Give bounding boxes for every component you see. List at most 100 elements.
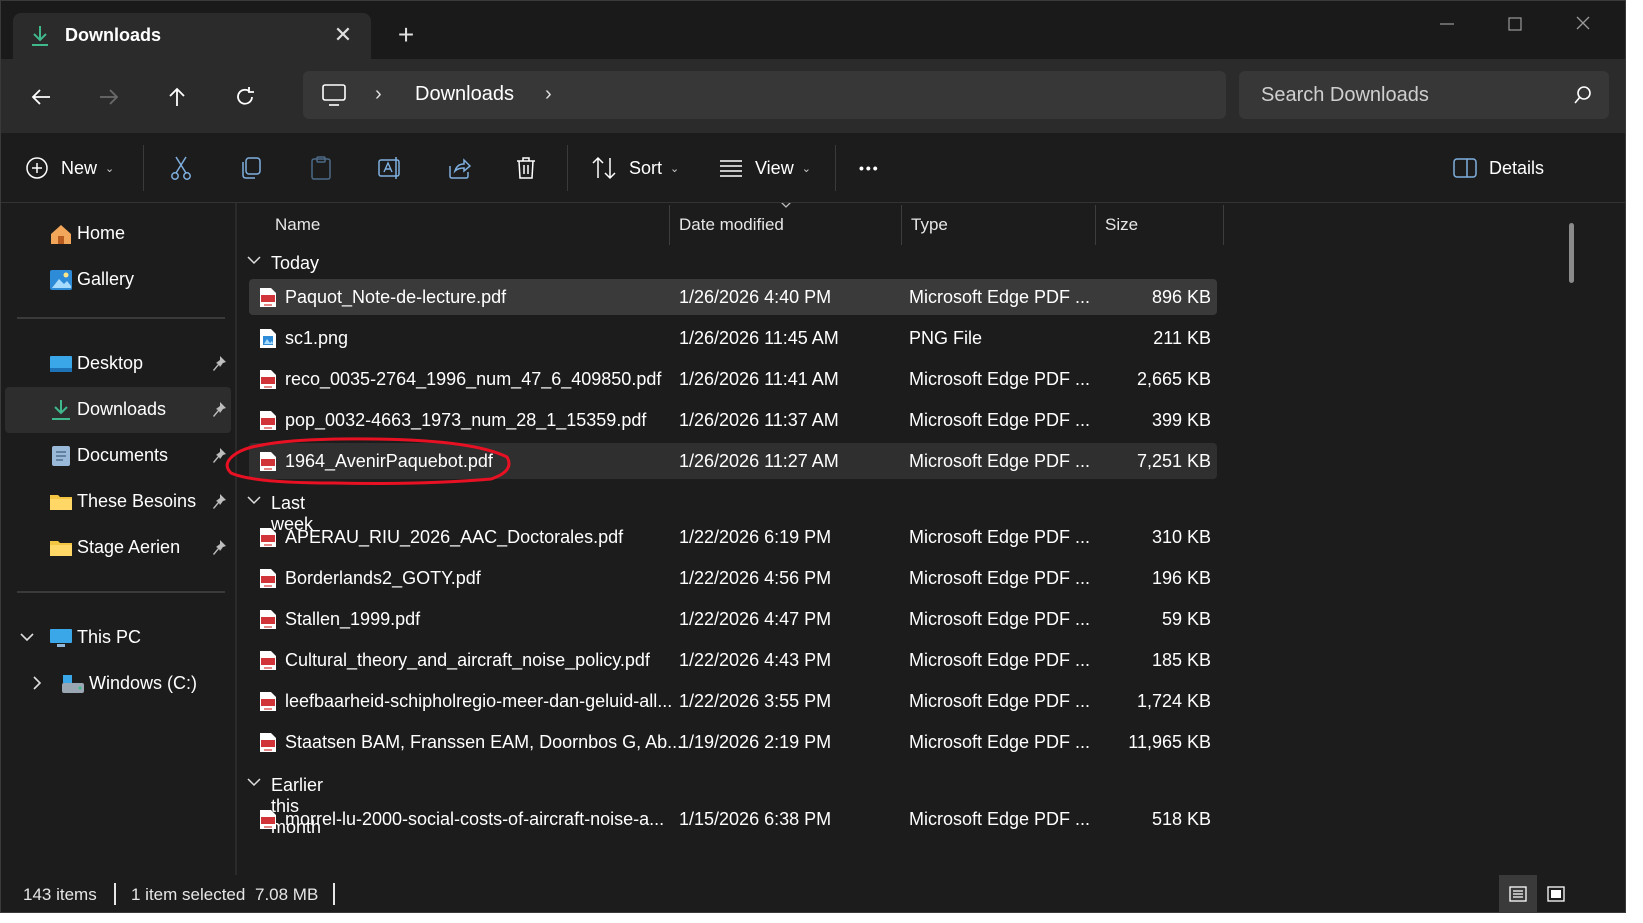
more-options-button[interactable]: •••	[859, 149, 880, 187]
file-name: APERAU_RIU_2026_AAC_Doctorales.pdf	[285, 527, 624, 547]
tab-downloads[interactable]: Downloads ✕	[13, 13, 371, 59]
pdf-icon	[260, 810, 276, 829]
sidebar-item-home[interactable]: Home	[5, 211, 231, 257]
file-date-modified: 1/26/2026 4:40 PM	[679, 287, 832, 307]
sidebar-item-these-besoins[interactable]: These Besoins	[5, 479, 231, 525]
up-button[interactable]	[157, 77, 197, 117]
gallery-icon	[50, 270, 72, 290]
breadcrumb-chevron-icon[interactable]: ›	[545, 83, 552, 106]
breadcrumb-downloads[interactable]: Downloads	[415, 83, 514, 106]
file-size: 185 KB	[1151, 650, 1211, 670]
address-bar[interactable]: › Downloads ›	[303, 71, 1226, 119]
arrow-right-icon	[100, 89, 119, 105]
file-row[interactable]: APERAU_RIU_2026_AAC_Doctorales.pdf 1/22/2…	[249, 519, 1217, 555]
file-row[interactable]: pop_0032-4663_1973_num_28_1_15359.pdf 1/2…	[249, 402, 1217, 438]
folder-icon	[50, 541, 72, 556]
view-label: View	[755, 157, 794, 178]
navigation-pane: Home Gallery Desktop Downloads Documents…	[1, 203, 235, 875]
vertical-scrollbar[interactable]	[1569, 223, 1574, 283]
column-size[interactable]: Size	[1105, 215, 1138, 235]
share-button[interactable]	[447, 149, 471, 187]
sidebar-item-this-pc[interactable]: This PC	[5, 615, 231, 661]
pdf-icon	[260, 733, 276, 752]
search-icon[interactable]	[1573, 85, 1593, 105]
cut-button[interactable]	[169, 149, 193, 187]
file-row[interactable]: Stallen_1999.pdf 1/22/2026 4:47 PM Microso…	[249, 601, 1217, 637]
back-button[interactable]	[21, 77, 61, 117]
file-date-modified: 1/26/2026 11:45 AM	[679, 328, 839, 348]
sidebar-item-downloads[interactable]: Downloads	[5, 387, 231, 433]
sort-button[interactable]: Sort ⌄	[591, 149, 679, 187]
column-divider[interactable]	[901, 205, 902, 245]
computer-icon[interactable]	[321, 83, 347, 107]
thumbnail-view-button[interactable]	[1537, 875, 1575, 912]
file-row[interactable]: leefbaarheid-schipholregio-meer-dan-gelu…	[249, 683, 1217, 719]
sidebar-item-windows-c[interactable]: Windows (C:)	[5, 661, 231, 707]
copy-button[interactable]	[239, 149, 263, 187]
close-window-icon[interactable]	[1563, 9, 1603, 39]
computer-icon	[50, 629, 72, 647]
title-bar: Downloads ✕ +	[1, 1, 1625, 59]
pdf-icon	[260, 651, 276, 670]
details-button[interactable]: Details	[1453, 149, 1544, 187]
sidebar-label: These Besoins	[77, 491, 197, 511]
file-name: Stallen_1999.pdf	[285, 609, 421, 629]
column-name[interactable]: Name	[275, 215, 320, 235]
sidebar-item-documents[interactable]: Documents	[5, 433, 231, 479]
file-type: Microsoft Edge PDF ...	[909, 568, 1091, 588]
pin-icon[interactable]	[211, 493, 227, 511]
maximize-icon[interactable]	[1495, 9, 1535, 39]
file-date-modified: 1/26/2026 11:27 AM	[679, 451, 839, 471]
new-tab-button[interactable]: +	[391, 21, 421, 51]
column-divider[interactable]	[669, 205, 670, 245]
sidebar-item-gallery[interactable]: Gallery	[5, 257, 231, 303]
file-size: 196 KB	[1151, 568, 1211, 588]
file-type: Microsoft Edge PDF ...	[909, 410, 1091, 430]
file-row[interactable]: Staatsen BAM, Franssen EAM, Doornbos G, …	[249, 724, 1217, 760]
file-size: 2,665 KB	[1136, 369, 1211, 389]
forward-button[interactable]	[89, 77, 129, 117]
divider	[835, 145, 836, 191]
refresh-button[interactable]	[225, 77, 265, 117]
column-divider[interactable]	[1223, 205, 1224, 245]
rename-button[interactable]	[377, 149, 403, 187]
file-row[interactable]: Paquot_Note-de-lecture.pdf 1/26/2026 4:40…	[249, 279, 1217, 315]
chevron-down-icon[interactable]	[19, 631, 35, 643]
sidebar-label: Downloads	[77, 399, 167, 419]
new-label: New	[61, 157, 98, 178]
minimize-icon[interactable]	[1427, 9, 1467, 39]
breadcrumb-chevron-icon[interactable]: ›	[375, 83, 382, 106]
file-row[interactable]: Cultural_theory_and_aircraft_noise_polic…	[249, 642, 1217, 678]
divider	[114, 883, 116, 905]
file-row[interactable]: morrel-lu-2000-social-costs-of-aircraft-…	[249, 801, 1217, 837]
chevron-down-icon: ⌄	[105, 162, 115, 175]
column-type[interactable]: Type	[911, 215, 948, 235]
pin-icon[interactable]	[211, 401, 227, 419]
chevron-right-icon[interactable]	[31, 675, 43, 691]
column-divider[interactable]	[1095, 205, 1096, 245]
paste-button[interactable]	[309, 149, 333, 187]
details-view-button[interactable]	[1499, 875, 1537, 912]
column-date-modified[interactable]: Date modified	[679, 215, 784, 235]
search-box[interactable]: Search Downloads	[1239, 71, 1609, 119]
delete-button[interactable]	[515, 149, 537, 187]
pdf-icon	[260, 569, 276, 588]
search-input[interactable]: Search Downloads	[1261, 84, 1429, 107]
pdf-icon	[260, 411, 276, 430]
pin-icon[interactable]	[211, 355, 227, 373]
sidebar-item-stage-aerien[interactable]: Stage Aerien	[5, 525, 231, 571]
file-row[interactable]: sc1.png 1/26/2026 11:45 AM PNG File 211 KB	[249, 320, 1217, 356]
sort-icon	[592, 156, 616, 180]
pdf-icon	[260, 692, 276, 711]
more-icon: •••	[859, 160, 880, 176]
sidebar-item-desktop[interactable]: Desktop	[5, 341, 231, 387]
file-row[interactable]: reco_0035-2764_1996_num_47_6_409850.pdf 1…	[249, 361, 1217, 397]
new-button[interactable]: New ⌄	[25, 149, 114, 187]
file-row[interactable]: Borderlands2_GOTY.pdf 1/22/2026 4:56 PM Mi…	[249, 560, 1217, 596]
column-header-row: Name Date modified Type Size	[237, 203, 1237, 245]
close-tab-icon[interactable]: ✕	[331, 23, 355, 47]
file-name: Paquot_Note-de-lecture.pdf	[285, 287, 507, 307]
pin-icon[interactable]	[211, 539, 227, 557]
view-button[interactable]: View ⌄	[719, 149, 811, 187]
navigation-bar: › Downloads › Search Downloads	[1, 59, 1625, 133]
